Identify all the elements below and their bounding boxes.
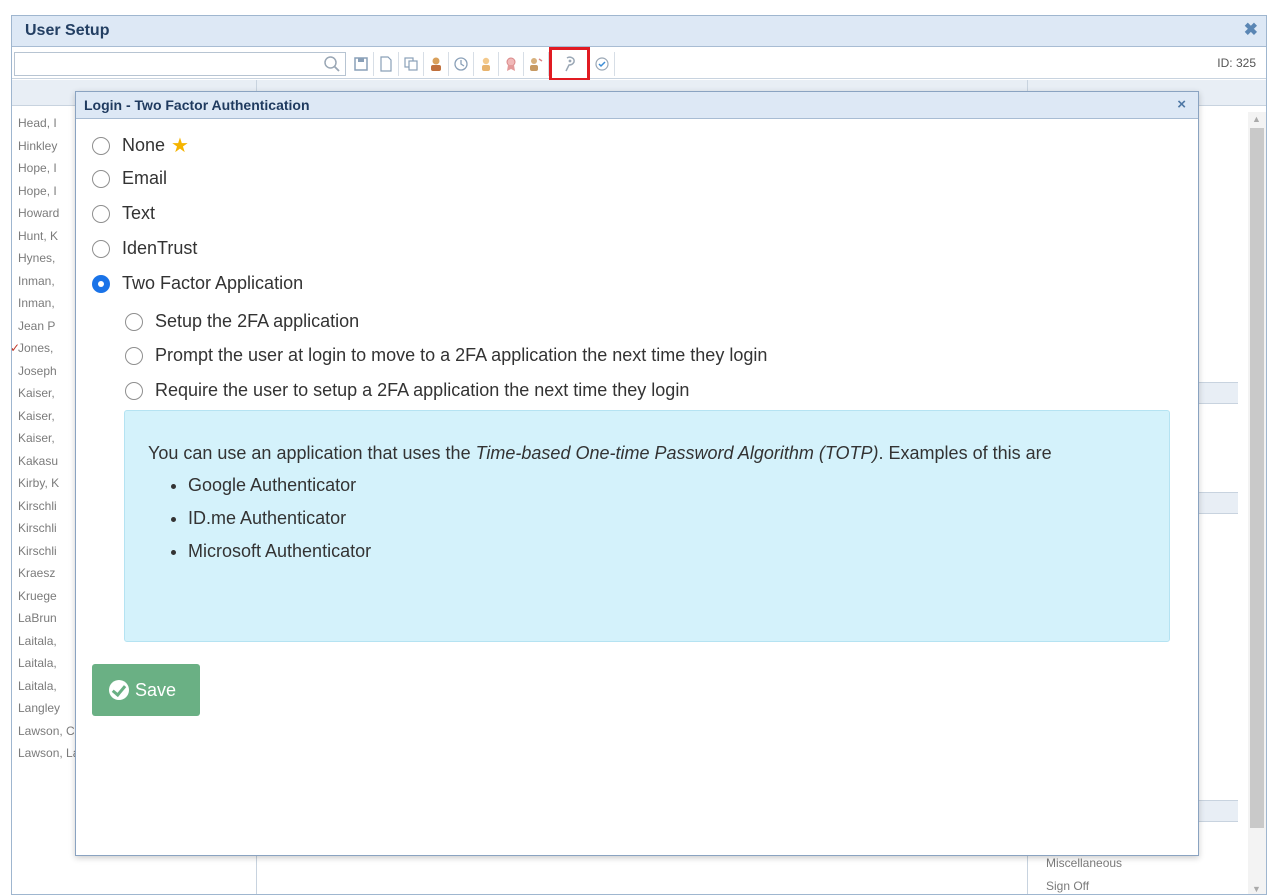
list-item-label: Kraesz xyxy=(18,566,56,580)
scrollbar-thumb[interactable] xyxy=(1250,128,1264,828)
window-title: User Setup xyxy=(25,22,110,39)
new-document-icon[interactable] xyxy=(374,52,399,76)
checkmark-icon: ✓ xyxy=(11,341,21,355)
list-item-label: Laitala, xyxy=(18,633,57,648)
save-button-label: Save xyxy=(135,679,177,700)
list-item-label: Kaiser, xyxy=(18,408,55,423)
list-item-label: Joseph xyxy=(18,363,57,378)
list-item-label: Hinkley xyxy=(18,138,58,153)
record-id-label: ID: 325 xyxy=(1217,56,1256,70)
radio-email[interactable] xyxy=(92,169,110,188)
star-icon: ★ xyxy=(171,135,189,157)
option-identrust[interactable]: IdenTrust xyxy=(92,238,197,259)
radio-require[interactable] xyxy=(125,381,143,400)
radio-identrust[interactable] xyxy=(92,239,110,258)
check-circle-icon xyxy=(109,680,129,700)
clock-icon[interactable] xyxy=(449,52,474,76)
search-input[interactable] xyxy=(14,52,346,76)
radio-text[interactable] xyxy=(92,204,110,223)
radio-setup[interactable] xyxy=(125,312,143,331)
list-item-label: Kirschli xyxy=(18,521,57,535)
list-item-label: Jean P xyxy=(18,318,56,333)
option-none[interactable]: None ★ xyxy=(92,133,189,158)
list-item: ID.me Authenticator xyxy=(188,502,1169,535)
suboption-prompt[interactable]: Prompt the user at login to move to a 2F… xyxy=(125,345,767,366)
person-icon[interactable] xyxy=(474,52,499,76)
list-item-label: LaBrun xyxy=(18,611,57,625)
suboption-require[interactable]: Require the user to setup a 2FA applicat… xyxy=(125,380,689,401)
dialog-title-bar: Login - Two Factor Authentication × xyxy=(76,92,1198,119)
list-item-label: Kirby, K xyxy=(18,476,60,490)
option-two-factor-app[interactable]: Two Factor Application xyxy=(92,273,303,294)
option-text[interactable]: Text xyxy=(92,203,155,224)
list-item-label: Kaiser, xyxy=(18,386,55,400)
suboption-setup-label: Setup the 2FA application xyxy=(155,311,360,331)
user-icon[interactable] xyxy=(424,52,449,76)
list-item-label: Kruege xyxy=(18,588,57,603)
list-item-label: Hope, I xyxy=(18,183,57,198)
info-intro-text: You can use an application that uses the xyxy=(148,443,476,463)
radio-prompt[interactable] xyxy=(125,346,143,365)
radio-two-factor-app[interactable] xyxy=(92,274,110,293)
list-item-label: Inman, xyxy=(18,296,55,310)
close-icon[interactable]: ✖ xyxy=(1244,20,1258,40)
save-icon[interactable] xyxy=(349,52,374,76)
save-button[interactable]: Save xyxy=(92,664,200,716)
list-item-label: Hynes, xyxy=(18,251,56,265)
option-identrust-label: IdenTrust xyxy=(122,238,198,258)
list-item-label: Laitala, xyxy=(18,656,57,670)
list-item-label: Hope, I xyxy=(18,161,57,175)
list-item-label: Langley xyxy=(18,701,61,715)
scroll-up-icon[interactable]: ▲ xyxy=(1252,114,1261,124)
info-intro-text-end: . Examples of this are xyxy=(878,443,1052,463)
list-item-label: Inman, xyxy=(18,273,55,288)
list-item-label: Laitala, xyxy=(18,678,57,693)
scrollbar[interactable]: ▲ ▼ xyxy=(1248,112,1266,894)
info-intro-emphasis: Time-based One-time Password Algorithm (… xyxy=(475,443,879,463)
authenticator-list: Google Authenticator ID.me Authenticator… xyxy=(148,469,1169,568)
list-item: Google Authenticator xyxy=(188,469,1169,502)
list-item-label: Kirschli xyxy=(18,543,57,558)
badge-icon[interactable] xyxy=(524,52,549,76)
scroll-down-icon[interactable]: ▼ xyxy=(1252,884,1261,894)
two-factor-dialog: Login - Two Factor Authentication × None… xyxy=(75,91,1199,856)
list-item-label: Kakasu xyxy=(18,453,59,468)
search-icon[interactable] xyxy=(323,55,341,73)
list-item-label: Jones, xyxy=(18,341,54,355)
suboption-require-label: Require the user to setup a 2FA applicat… xyxy=(155,380,690,400)
right-column-item[interactable]: Sign Off xyxy=(1046,879,1089,893)
option-text-label: Text xyxy=(122,203,156,223)
checkmark-icon[interactable] xyxy=(590,52,615,76)
toolbar: ID: 325 xyxy=(12,47,1266,81)
award-icon[interactable] xyxy=(499,52,524,76)
list-item-label: Head, I xyxy=(18,116,57,130)
suboption-prompt-label: Prompt the user at login to move to a 2F… xyxy=(155,345,768,365)
dialog-title: Login - Two Factor Authentication xyxy=(84,97,310,113)
totp-info-box: You can use an application that uses the… xyxy=(124,410,1170,642)
right-column-item[interactable]: Miscellaneous xyxy=(1046,856,1122,870)
toolbar-icons xyxy=(349,47,615,81)
radio-none[interactable] xyxy=(92,136,110,155)
list-item-label: Kaiser, xyxy=(18,431,55,445)
list-item-label: Hunt, K xyxy=(18,228,59,243)
option-email-label: Email xyxy=(122,168,168,188)
two-factor-key-icon[interactable] xyxy=(549,47,590,81)
list-item: Microsoft Authenticator xyxy=(188,535,1169,568)
window-title-bar: User Setup ✖ xyxy=(12,16,1266,47)
list-item-label: Howard xyxy=(18,206,60,220)
copy-icon[interactable] xyxy=(399,52,424,76)
option-none-label: None xyxy=(122,135,166,155)
info-intro: You can use an application that uses the… xyxy=(148,437,1169,469)
dialog-close-icon[interactable]: × xyxy=(1177,96,1186,113)
list-item-label: Kirschli xyxy=(18,498,57,513)
option-email[interactable]: Email xyxy=(92,168,167,189)
option-two-factor-app-label: Two Factor Application xyxy=(122,273,304,293)
suboption-setup[interactable]: Setup the 2FA application xyxy=(125,311,359,332)
